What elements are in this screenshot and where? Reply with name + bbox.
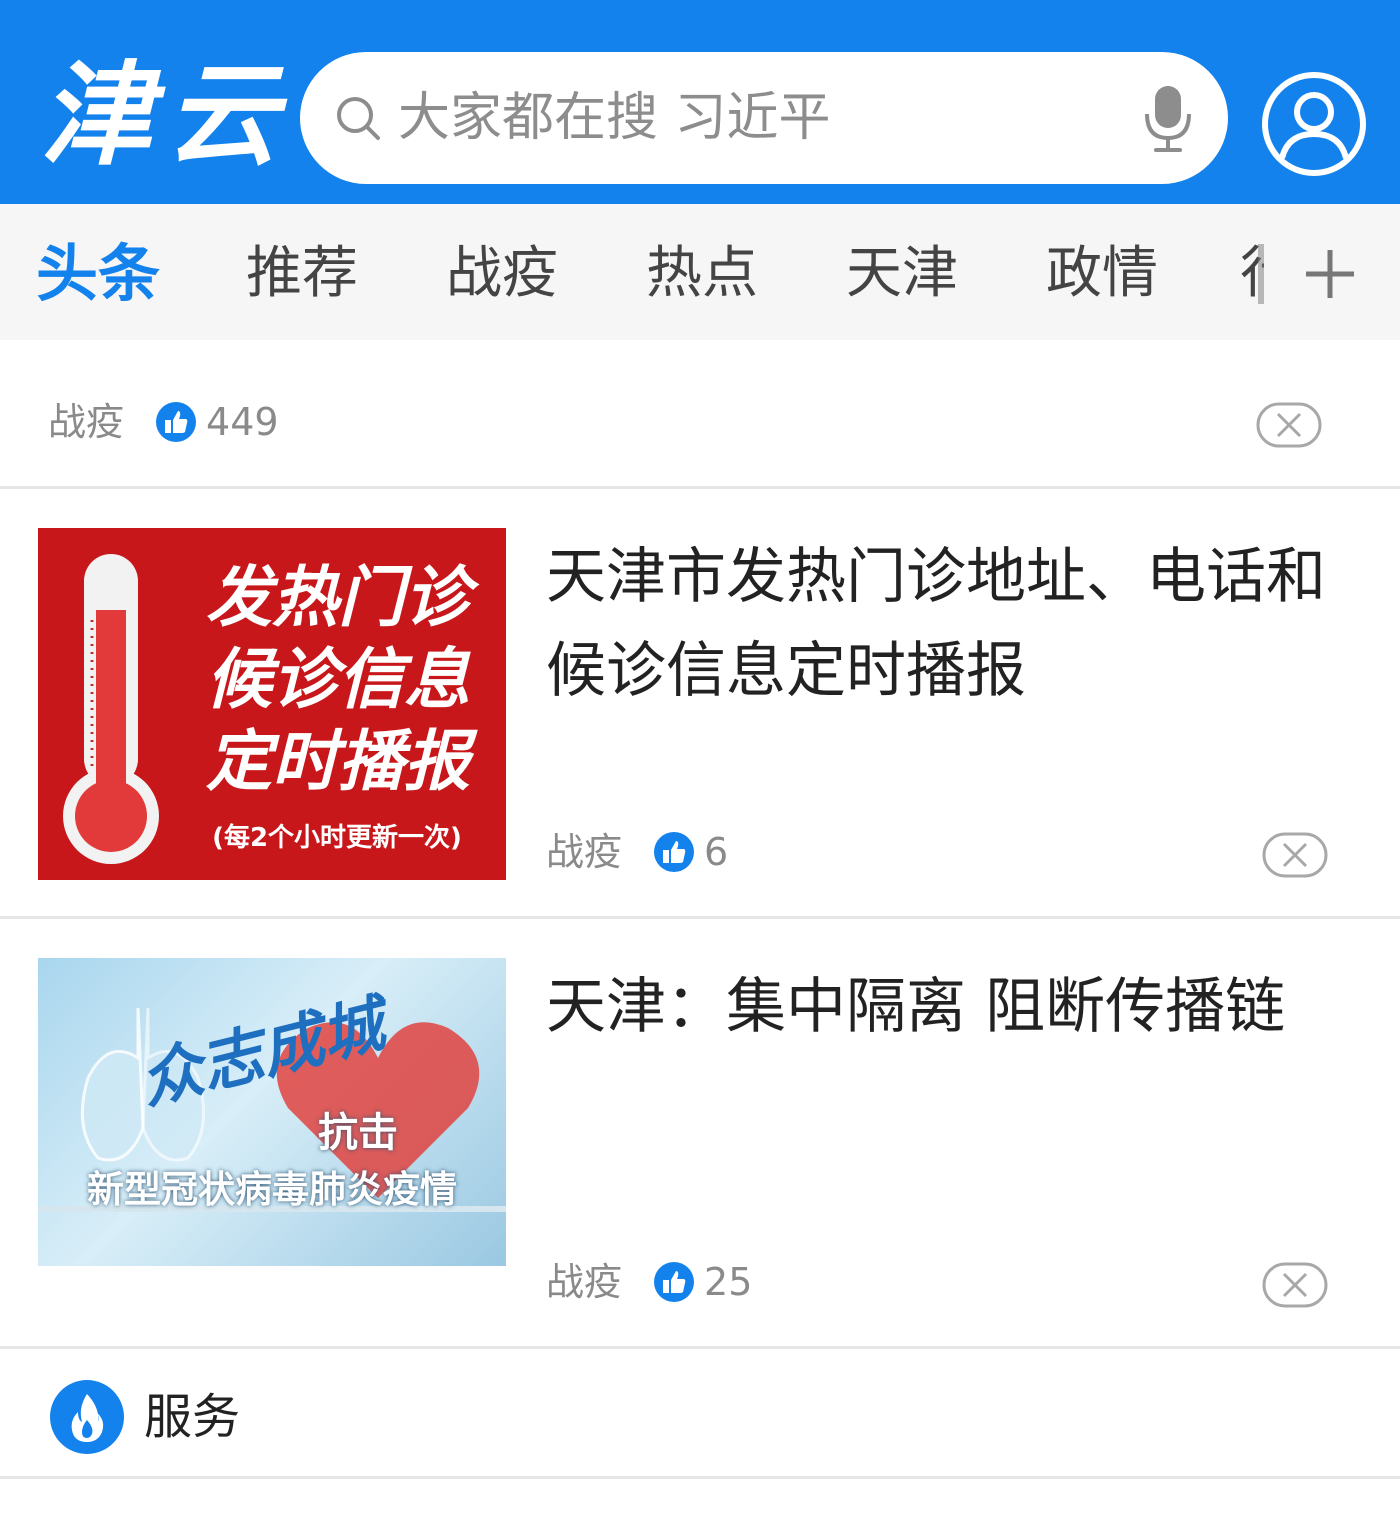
dismiss-icon[interactable] [1262,1262,1328,1308]
tab-tianjin[interactable]: 天津 [846,234,958,314]
thumbs-up-icon[interactable] [156,402,197,442]
category-label: 战疫 [546,1260,623,1304]
dismiss-icon[interactable] [1262,832,1328,878]
like-count: 449 [206,400,279,444]
search-placeholder: 大家都在搜 习近平 [398,88,831,148]
app-logo[interactable]: 津云 [40,46,278,186]
tab-zhanyi[interactable]: 战疫 [446,234,558,314]
user-avatar-icon[interactable] [1260,70,1368,178]
add-channel-icon[interactable] [1300,244,1360,304]
feed-divider [0,916,1400,919]
search-icon [337,97,380,140]
feed-divider [0,1346,1400,1349]
app-header: 津云 大家都在搜 习近平 [0,0,1400,204]
feed-item-meta: 战疫 25 [546,1256,752,1308]
thumbs-up-icon[interactable] [654,1262,695,1302]
tab-tuijian[interactable]: 推荐 [246,234,358,314]
dismiss-icon[interactable] [1256,402,1322,448]
tab-zhengqing[interactable]: 政情 [1046,234,1158,314]
tab-edge-fade [1258,244,1264,304]
feed-divider [0,486,1400,489]
like-count: 25 [704,1260,753,1304]
service-section-label[interactable]: 服务 [144,1384,240,1450]
thermometer-icon [63,554,159,864]
thumb-note: (每2个小时更新一次) [212,823,462,853]
feed-divider [0,1476,1400,1479]
channel-tabs: 头条 推荐 战疫 热点 天津 政情 行 [0,204,1400,340]
thumb-text: 抗击 [318,1110,398,1156]
news-thumbnail[interactable]: 发热门诊 候诊信息 定时播报 (每2个小时更新一次) [38,528,506,880]
flame-icon [50,1380,124,1454]
tab-toutiao[interactable]: 头条 [36,234,160,314]
tab-redian[interactable]: 热点 [646,234,758,314]
search-bar[interactable]: 大家都在搜 习近平 [300,52,1228,184]
thumbs-up-icon[interactable] [654,832,695,872]
like-count: 6 [704,830,729,874]
news-thumbnail[interactable]: 众志成城 抗击 新型冠状病毒肺炎疫情 [38,958,506,1266]
news-title[interactable]: 天津市发热门诊地址、电话和候诊信息定时播报 [546,530,1366,718]
category-label: 战疫 [546,830,623,874]
thumb-text: 候诊信息 [206,641,470,718]
category-label: 战疫 [48,400,125,444]
feed-item-meta: 战疫 449 [48,396,279,448]
feed-item-meta: 战疫 6 [546,826,728,878]
thumb-text: 新型冠状病毒肺炎疫情 [87,1168,457,1211]
thumb-text: 定时播报 [206,723,470,800]
news-title[interactable]: 天津：集中隔离 阻断传播链 [546,960,1366,1054]
thumb-text: 发热门诊 [206,559,470,636]
microphone-icon[interactable] [1140,84,1196,154]
